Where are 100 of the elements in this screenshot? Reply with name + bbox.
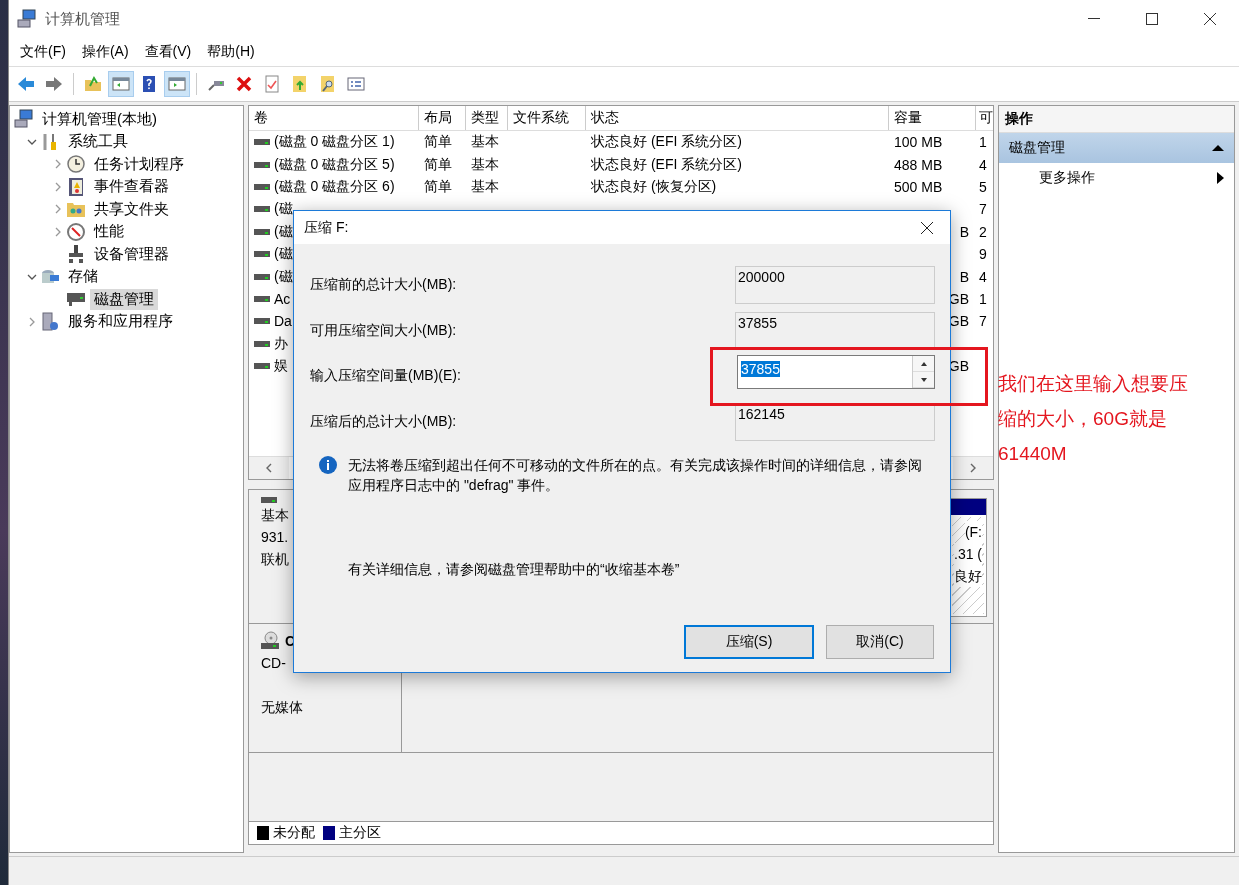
device-icon: [66, 244, 86, 265]
scroll-left-icon: [265, 463, 273, 473]
tree-item[interactable]: 磁盘管理: [90, 288, 158, 310]
table-cell: 4: [979, 268, 987, 285]
column-header[interactable]: 类型: [466, 106, 508, 130]
scroll-right-button[interactable]: [953, 457, 993, 479]
table-cell: 状态良好 (EFI 系统分区): [591, 155, 742, 174]
computer-icon: [14, 109, 34, 130]
table-cell: 1: [979, 290, 987, 307]
spin-down-button[interactable]: [913, 372, 934, 388]
spin-field[interactable]: 37855: [737, 355, 935, 389]
action-label: 更多操作: [1039, 169, 1095, 187]
disk-info: CD-: [261, 654, 286, 673]
drive-icon: [254, 272, 270, 281]
spin-up-button[interactable]: [913, 356, 934, 372]
table-cell: 简单: [424, 133, 452, 152]
field-label: 输入压缩空间量(MB)(E):: [310, 367, 461, 385]
disk-info: 无媒体: [261, 698, 303, 717]
drive-icon: [254, 339, 270, 348]
down-icon: [920, 377, 927, 382]
dialog-title: 压缩 F:: [304, 218, 349, 237]
properties-icon: [262, 74, 282, 94]
folder-up-icon: [83, 74, 103, 94]
tree-item[interactable]: 性能: [90, 221, 128, 243]
toolbar-button[interactable]: [164, 71, 190, 97]
tree-item[interactable]: 任务计划程序: [90, 153, 188, 175]
help-text: 有关详细信息，请参阅磁盘管理帮助中的“收缩基本卷”: [348, 561, 680, 579]
table-cell: 1: [979, 134, 987, 151]
info-text: 无法将卷压缩到超出任何不可移动的文件所在的点。有关完成该操作时间的详细信息，请参阅应用程序日志中的 "defrag" 事件。: [348, 456, 923, 495]
table-cell: 简单: [424, 155, 452, 174]
action-group[interactable]: 磁盘管理: [999, 133, 1234, 163]
column-header[interactable]: 状态: [586, 106, 889, 130]
toolbar-button[interactable]: [108, 71, 134, 97]
delete-icon: [234, 74, 254, 94]
column-header[interactable]: 文件系统: [508, 106, 586, 130]
tree-item[interactable]: 服务和应用程序: [64, 311, 177, 333]
tree-item[interactable]: 共享文件夹: [90, 198, 173, 220]
table-cell: 基本: [471, 133, 499, 152]
server-icon: [40, 311, 60, 332]
field-label: 压缩前的总计大小(MB):: [310, 276, 457, 294]
table-cell: 7: [979, 313, 987, 330]
table-cell: (磁盘 0 磁盘分区 1): [274, 133, 395, 152]
partition-info: (F:: [964, 521, 982, 543]
annotation-text: 我们在这里输入想要压缩的大小，60G就是61440M: [998, 372, 1189, 466]
pane-title: 操作: [1005, 110, 1033, 128]
table-cell: 娱: [274, 357, 288, 376]
column-header[interactable]: 容量: [889, 106, 976, 130]
partition-info: .31 (: [954, 543, 982, 565]
table-cell: 4: [979, 156, 987, 173]
legend-label: 未分配: [273, 824, 315, 842]
tree-item[interactable]: 计算机管理(本地): [38, 108, 161, 130]
close-icon: [1204, 13, 1216, 25]
menu-item[interactable]: 文件(F): [12, 41, 74, 63]
minimize-icon: [1088, 18, 1100, 20]
gauge-icon: [66, 221, 86, 242]
window-title: 计算机管理: [45, 9, 120, 29]
dialog-button[interactable]: 取消(C): [826, 625, 934, 659]
tree-item[interactable]: 存储: [64, 266, 102, 288]
up-icon: [920, 361, 927, 366]
column-header[interactable]: 卷: [249, 106, 419, 130]
menu-item[interactable]: 帮助(H): [199, 41, 263, 63]
menu-item[interactable]: 查看(V): [136, 41, 200, 63]
table-cell: 办: [274, 334, 288, 353]
drive-icon: [254, 317, 270, 326]
table-cell: (磁盘 0 磁盘分区 5): [274, 155, 395, 174]
table-cell: 5: [979, 178, 987, 195]
tree-item[interactable]: 事件查看器: [90, 176, 173, 198]
action-item[interactable]: 更多操作: [999, 163, 1234, 193]
event-log-icon: [66, 176, 86, 197]
clock-icon: [66, 154, 86, 175]
maximize-icon: [1146, 13, 1158, 25]
table-cell: 100 MB: [894, 134, 943, 151]
tree-item[interactable]: 设备管理器: [90, 243, 173, 265]
drive-icon: [254, 294, 270, 303]
table-cell: (磁盘 0 磁盘分区 6): [274, 177, 395, 196]
collapse-icon[interactable]: [1212, 144, 1224, 152]
field-label: 可用压缩空间大小(MB):: [310, 321, 457, 340]
dialog-button[interactable]: 压缩(S): [684, 625, 814, 659]
drive-icon: [254, 182, 270, 191]
partition-block[interactable]: (F: .31 ( 良好: [949, 498, 987, 617]
close-icon: [921, 221, 933, 234]
menu-item[interactable]: 操作(A): [73, 41, 137, 63]
info-icon: [318, 455, 338, 475]
tree-item[interactable]: 系统工具: [64, 131, 132, 153]
column-header[interactable]: 可: [976, 106, 994, 130]
table-cell: 7: [979, 201, 987, 218]
scroll-left-button[interactable]: [249, 457, 289, 479]
table-cell: 9: [979, 246, 987, 263]
list-icon: [346, 74, 366, 94]
table-cell: 状态良好 (EFI 系统分区): [591, 133, 742, 152]
table-cell: 500 MB: [894, 178, 943, 195]
drive-icon: [254, 205, 270, 214]
drive-icon: [254, 160, 270, 169]
drive-icon: [254, 362, 270, 371]
back-arrow-icon: [16, 74, 36, 94]
pane-icon: [111, 74, 131, 94]
drive-icon: [254, 227, 270, 236]
column-header[interactable]: 布局: [419, 106, 466, 130]
table-cell: B: [959, 223, 969, 240]
drive-icon: [254, 138, 270, 147]
